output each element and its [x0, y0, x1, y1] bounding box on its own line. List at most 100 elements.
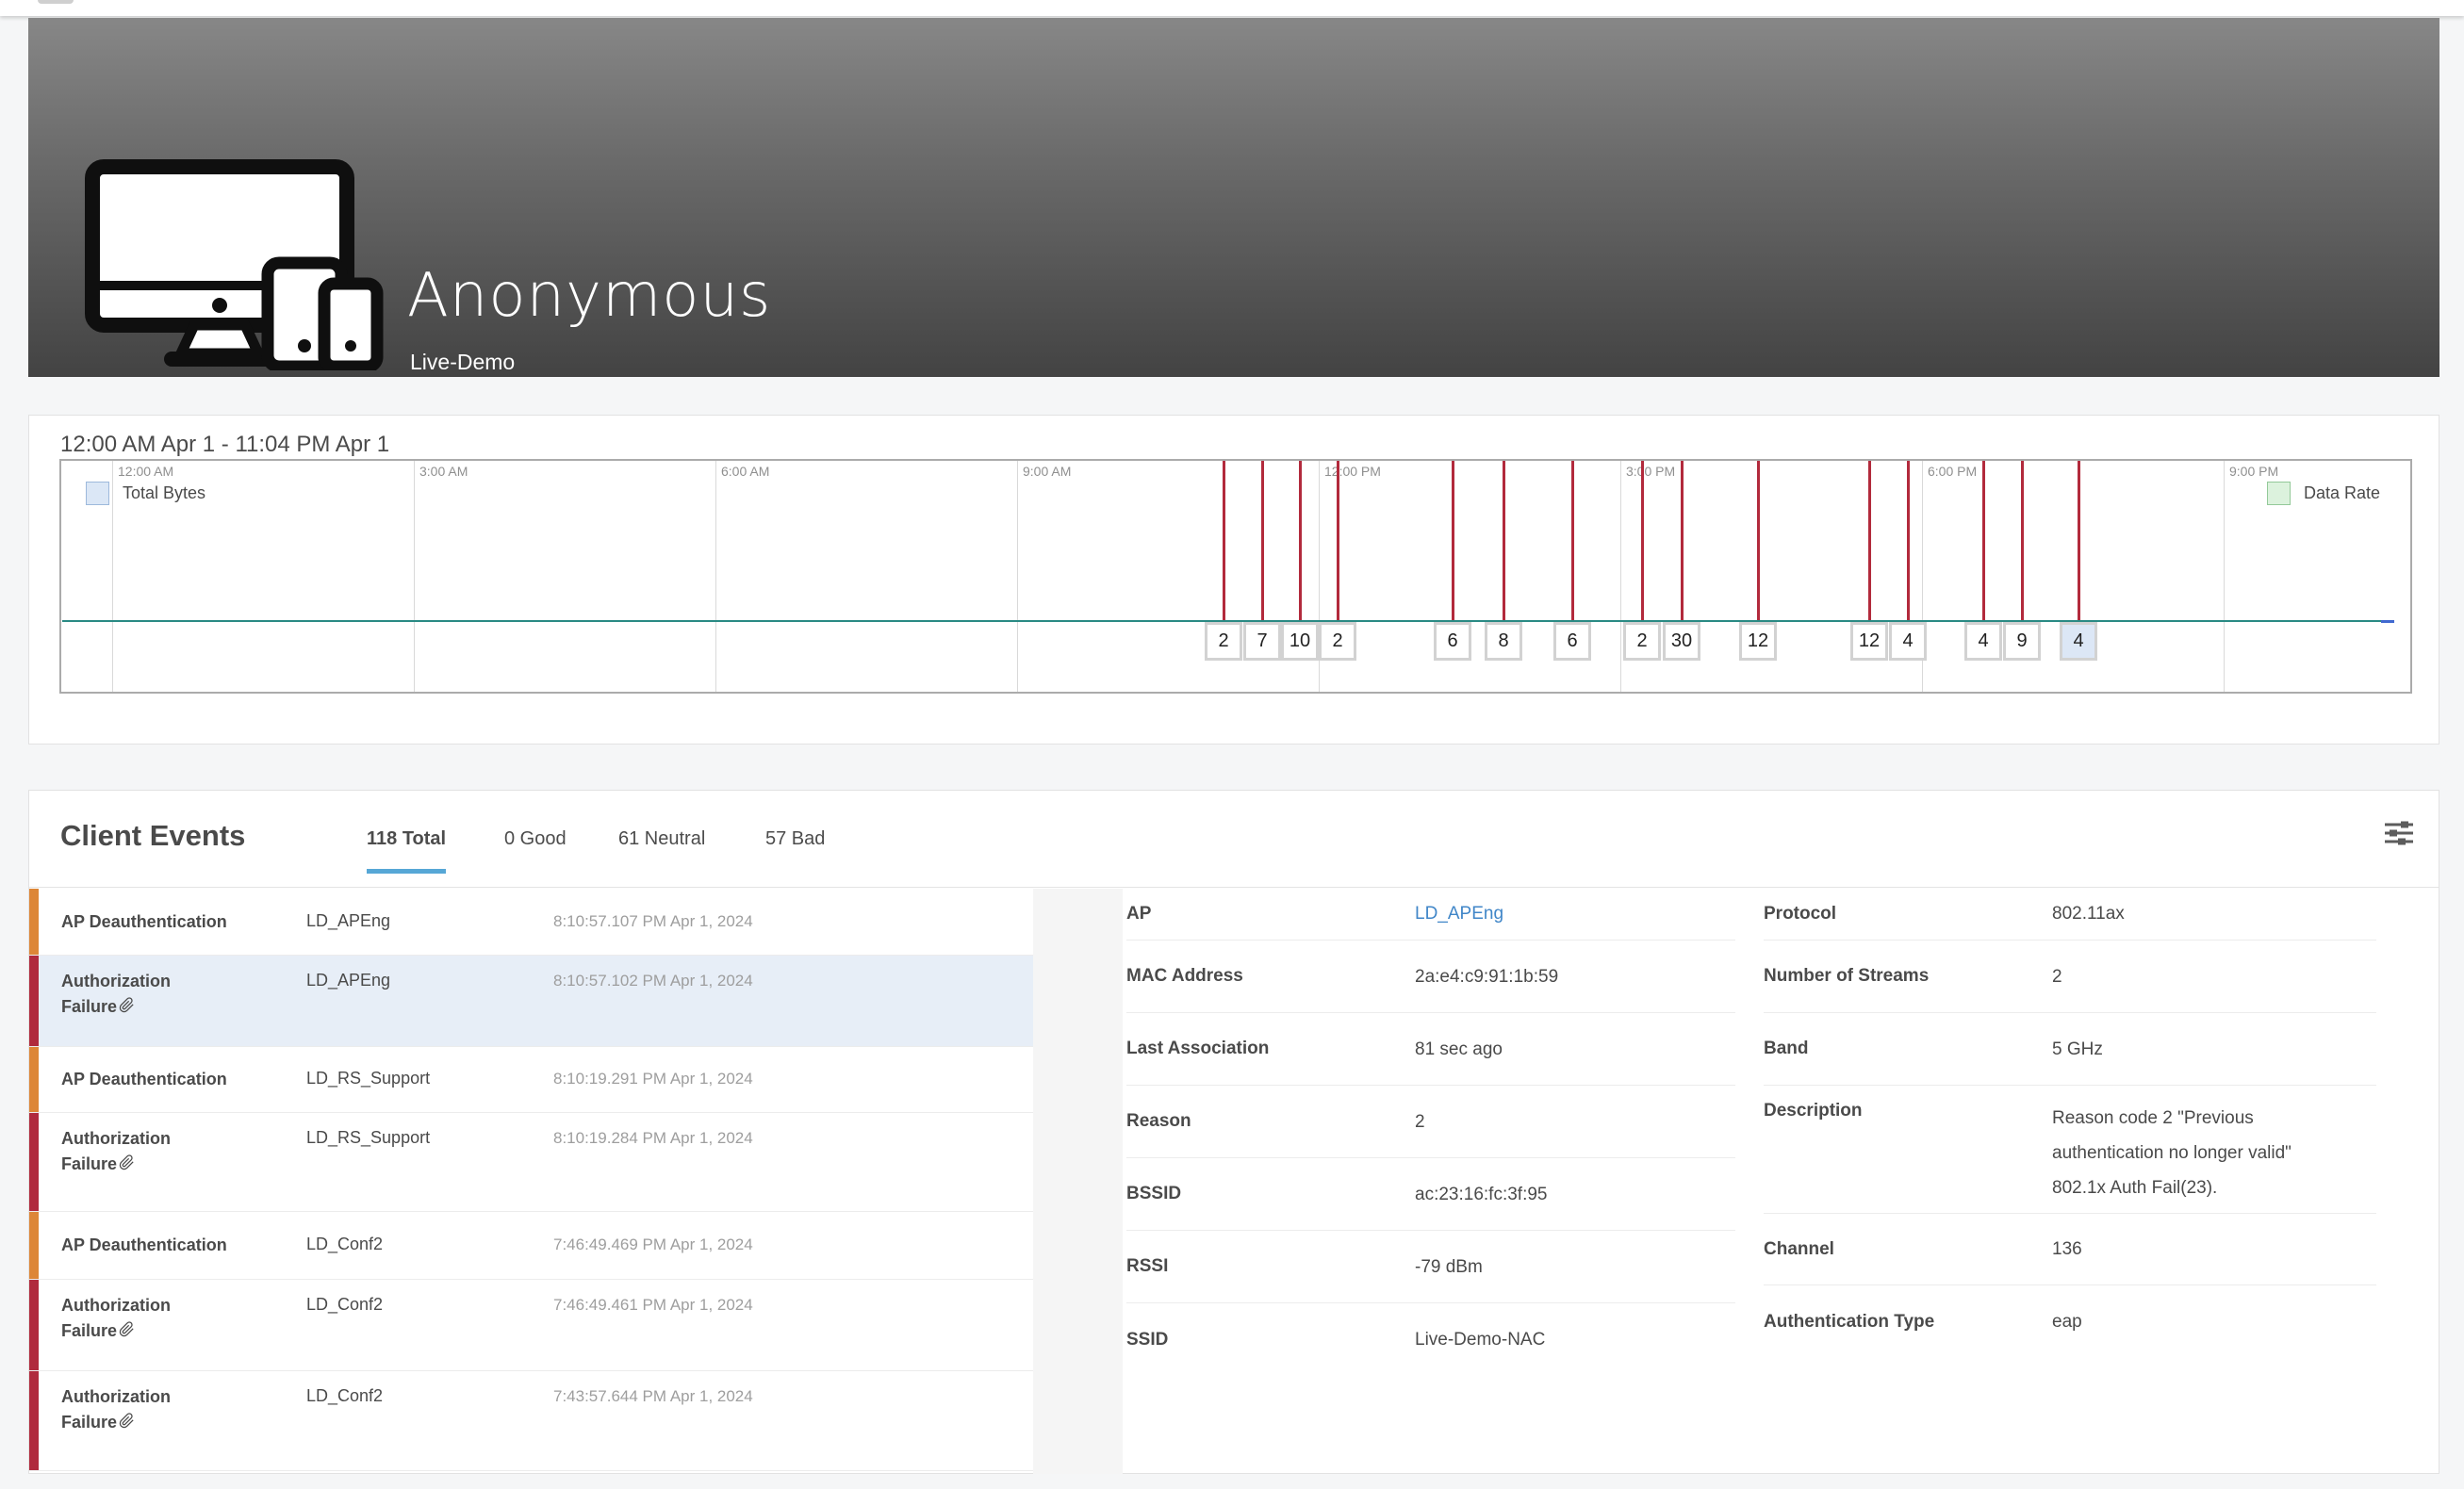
x-tick-label: 6:00 AM — [721, 464, 769, 479]
detail-value: Live-Demo-NAC — [1415, 1322, 1688, 1357]
events-tab-bad[interactable]: 57 Bad — [765, 828, 825, 850]
sliders-icon[interactable] — [2384, 821, 2414, 845]
detail-value: 136 — [2052, 1232, 2325, 1267]
event-timestamp: 7:46:49.469 PM Apr 1, 2024 — [553, 1235, 753, 1254]
events-tab-good[interactable]: 0 Good — [504, 828, 567, 850]
event-count-badge[interactable]: 10 — [1281, 622, 1319, 661]
detail-label: Authentication Type — [1764, 1312, 2052, 1333]
detail-label: SSID — [1126, 1330, 1415, 1350]
attachment-paperclip-icon — [119, 1154, 135, 1171]
event-count-bar[interactable] — [1337, 461, 1339, 622]
top-chrome-strip — [0, 0, 2464, 16]
severity-bar-bad — [29, 1280, 39, 1370]
detail-label: MAC Address — [1126, 966, 1415, 987]
event-count-bar[interactable] — [1261, 461, 1264, 622]
events-tab-neutral[interactable]: 61 Neutral — [618, 828, 705, 850]
event-count-bar[interactable] — [1907, 461, 1910, 622]
event-count-bar[interactable] — [1503, 461, 1505, 622]
event-list-item[interactable]: Authorization FailureLD_RS_Support8:10:1… — [29, 1113, 1033, 1212]
timeline-chart[interactable]: 12:00 AM3:00 AM6:00 AM9:00 AM12:00 PM3:0… — [59, 459, 2412, 694]
event-list-item[interactable]: AP DeauthenticationLD_RS_Support8:10:19.… — [29, 1047, 1033, 1113]
event-count-bar[interactable] — [1868, 461, 1871, 622]
event-type: Authorization Failure — [61, 969, 212, 1020]
event-list-item[interactable]: Authorization FailureLD_APEng8:10:57.102… — [29, 956, 1033, 1047]
gridline — [715, 461, 716, 692]
total-bytes-label: Total Bytes — [123, 483, 205, 503]
event-count-badge[interactable]: 30 — [1663, 622, 1700, 661]
desktop-tablet-phone-icon — [83, 159, 394, 370]
event-count-badge[interactable]: 9 — [2003, 622, 2041, 661]
event-count-badge[interactable]: 6 — [1434, 622, 1471, 661]
event-count-badge[interactable]: 4 — [1964, 622, 2002, 661]
event-count-badge[interactable]: 8 — [1485, 622, 1522, 661]
client-events-card: Client Events 118 Total0 Good61 Neutral5… — [28, 790, 2439, 1474]
detail-row: Number of Streams2 — [1764, 941, 2376, 1013]
data-rate-swatch — [2267, 482, 2291, 505]
event-count-bar[interactable] — [1681, 461, 1684, 622]
severity-bar-warning — [29, 1212, 39, 1279]
event-count-bar[interactable] — [1641, 461, 1644, 622]
detail-value: 2 — [2052, 959, 2325, 994]
detail-row: SSIDLive-Demo-NAC — [1126, 1303, 1735, 1376]
event-count-bar[interactable] — [1757, 461, 1760, 622]
detail-row: Authentication Typeeap — [1764, 1285, 2376, 1358]
event-count-bar[interactable] — [1299, 461, 1302, 622]
timeline-chart-card: 12:00 AM Apr 1 - 11:04 PM Apr 1 12:00 AM… — [28, 415, 2439, 744]
detail-value: 5 GHz — [2052, 1032, 2325, 1067]
event-count-badge[interactable]: 4 — [1889, 622, 1927, 661]
event-list-item[interactable]: AP DeauthenticationLD_Conf27:46:49.469 P… — [29, 1212, 1033, 1280]
detail-row: Protocol802.11ax — [1764, 888, 2376, 941]
detail-value: 81 sec ago — [1415, 1032, 1688, 1067]
event-count-bar[interactable] — [2078, 461, 2080, 622]
x-tick-label: 3:00 PM — [1626, 464, 1675, 479]
gridline — [414, 461, 415, 692]
severity-bar-warning — [29, 889, 39, 955]
event-ap-name: LD_RS_Support — [306, 1128, 430, 1148]
detail-value-link[interactable]: LD_APEng — [1415, 896, 1688, 931]
list-details-gutter — [1033, 889, 1123, 1474]
total-bytes-line-tip — [2381, 620, 2394, 623]
event-count-bar[interactable] — [1571, 461, 1574, 622]
client-insights-page: Anonymous Live-Demo 12:00 AM Apr 1 - 11:… — [0, 0, 2464, 1489]
event-count-badge[interactable]: 12 — [1850, 622, 1888, 661]
legend-total-bytes[interactable]: Total Bytes — [86, 482, 205, 505]
event-count-badge[interactable]: 2 — [1623, 622, 1661, 661]
data-rate-label: Data Rate — [2304, 483, 2380, 503]
event-ap-name: LD_APEng — [306, 971, 390, 990]
event-count-bar[interactable] — [2021, 461, 2024, 622]
event-count-badge[interactable]: 6 — [1553, 622, 1591, 661]
severity-bar-bad — [29, 1113, 39, 1211]
x-tick-label: 3:00 AM — [419, 464, 468, 479]
event-list-item[interactable]: AP DeauthenticationLD_APEng8:10:57.107 P… — [29, 889, 1033, 956]
detail-label: BSSID — [1126, 1184, 1415, 1204]
event-type: AP Deauthentication — [61, 1233, 227, 1258]
event-count-bar[interactable] — [1452, 461, 1454, 622]
legend-data-rate[interactable]: Data Rate — [2267, 482, 2380, 505]
event-ap-name: LD_RS_Support — [306, 1069, 430, 1088]
event-type: Authorization Failure — [61, 1126, 212, 1177]
severity-bar-bad — [29, 956, 39, 1046]
event-details-right: Protocol802.11axNumber of Streams2Band5 … — [1764, 888, 2376, 1358]
event-timestamp: 8:10:19.291 PM Apr 1, 2024 — [553, 1070, 753, 1088]
detail-label: Reason — [1126, 1111, 1415, 1132]
detail-value: Reason code 2 "Previous authentication n… — [2052, 1101, 2325, 1205]
event-count-badge[interactable]: 2 — [1319, 622, 1356, 661]
detail-label: Last Association — [1126, 1039, 1415, 1059]
detail-value: 2a:e4:c9:91:1b:59 — [1415, 959, 1688, 994]
event-count-bar[interactable] — [1223, 461, 1225, 622]
event-ap-name: LD_Conf2 — [306, 1386, 383, 1406]
gridline — [1017, 461, 1018, 692]
site-name: Live-Demo — [410, 350, 515, 375]
event-count-badge[interactable]: 4 — [2060, 622, 2097, 661]
event-count-bar[interactable] — [1982, 461, 1985, 622]
event-count-badge[interactable]: 2 — [1205, 622, 1242, 661]
detail-value: 802.11ax — [2052, 896, 2325, 931]
gridline — [2224, 461, 2225, 692]
event-count-badge[interactable]: 7 — [1243, 622, 1281, 661]
event-type: Authorization Failure — [61, 1384, 212, 1435]
detail-row: RSSI-79 dBm — [1126, 1231, 1735, 1303]
event-list-item[interactable]: Authorization FailureLD_Conf27:43:57.644… — [29, 1371, 1033, 1471]
event-count-badge[interactable]: 12 — [1739, 622, 1777, 661]
events-tab-total[interactable]: 118 Total — [367, 828, 446, 850]
event-list-item[interactable]: Authorization FailureLD_Conf27:46:49.461… — [29, 1280, 1033, 1371]
